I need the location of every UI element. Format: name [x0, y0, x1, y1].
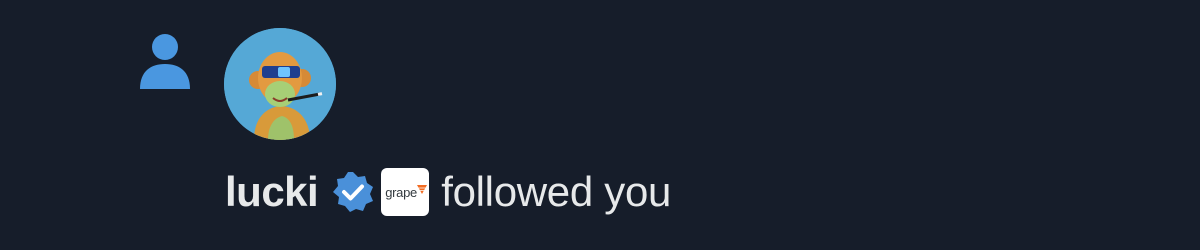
affiliate-badge-text: grape: [385, 185, 417, 200]
person-icon: [137, 31, 193, 93]
user-name-link[interactable]: lucki: [225, 168, 319, 216]
ape-avatar-icon[interactable]: [224, 28, 336, 140]
notification-row[interactable]: lucki grape followed you: [0, 0, 1200, 250]
action-text: followed you: [441, 168, 672, 215]
verified-badge-icon: [331, 170, 375, 214]
affiliate-badge[interactable]: grape: [381, 168, 430, 216]
notification-text: lucki grape followed you: [225, 162, 671, 222]
grape-logo-icon: [417, 182, 428, 200]
